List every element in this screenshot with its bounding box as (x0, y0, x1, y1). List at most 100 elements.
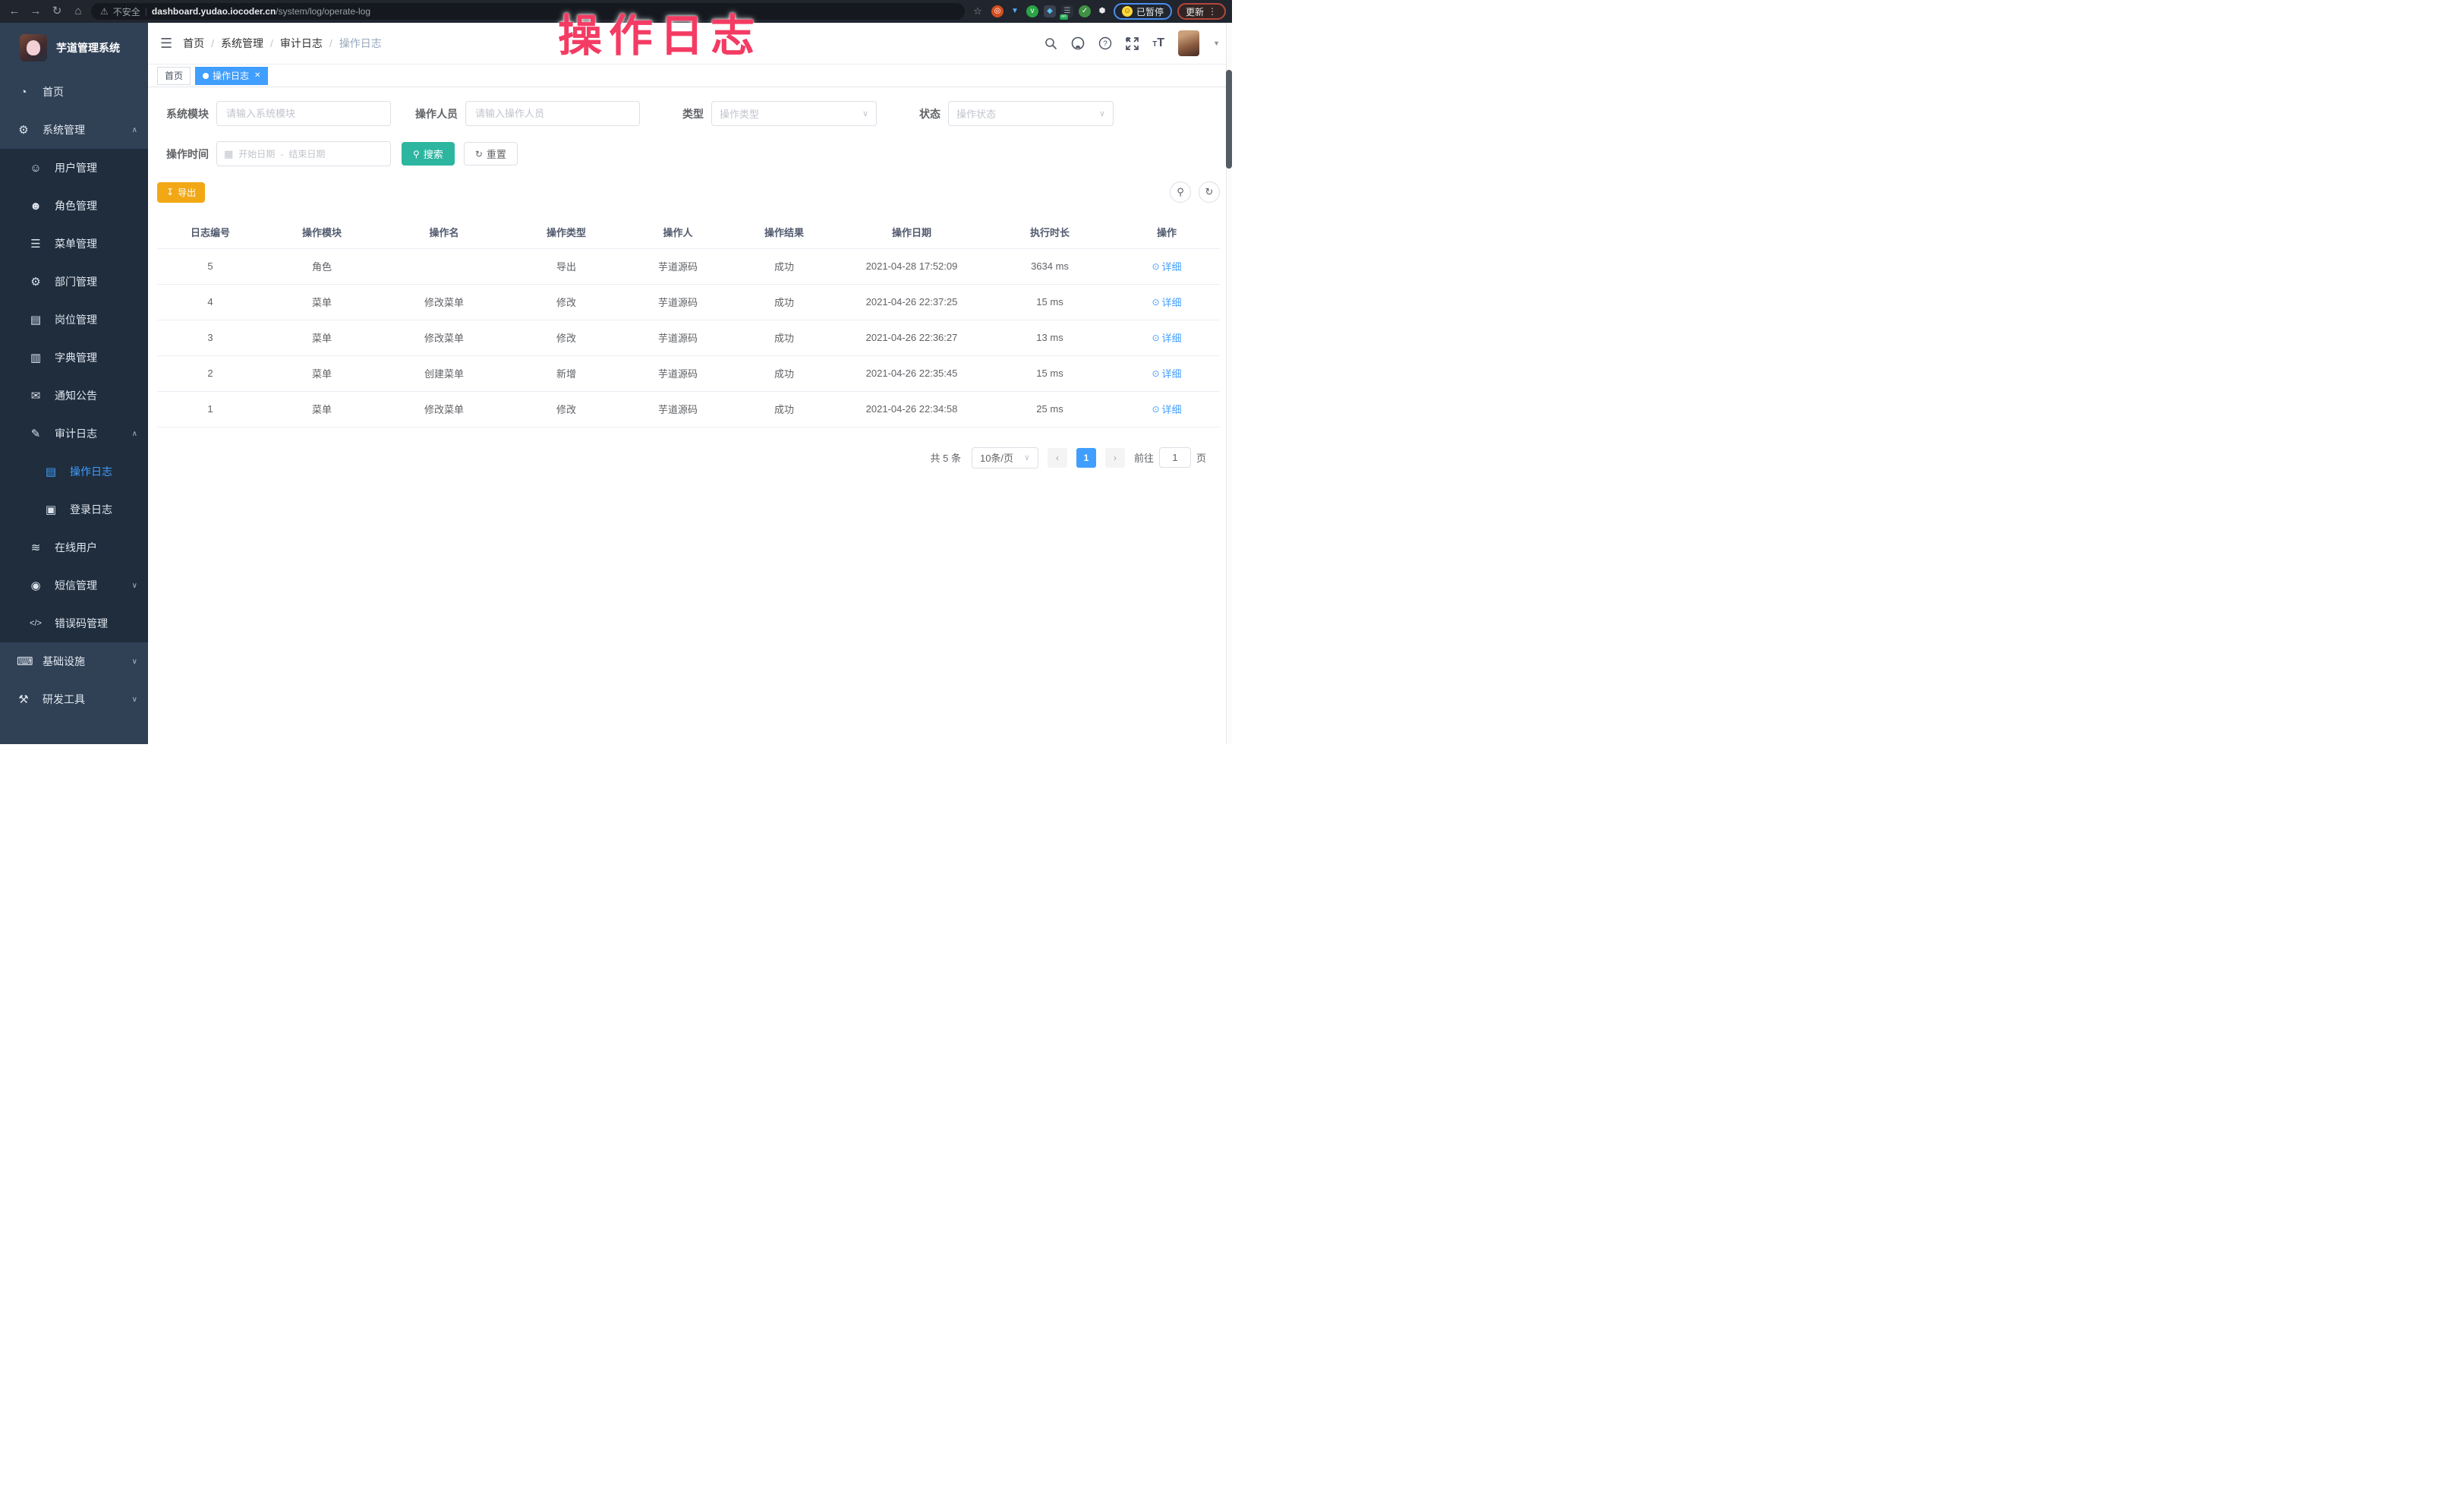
extension-icon-green-v[interactable]: v (1026, 5, 1038, 17)
back-icon[interactable]: ← (6, 3, 23, 20)
search-icon[interactable] (1045, 37, 1057, 50)
cell-name: 创建菜单 (380, 355, 508, 391)
col-module: 操作模块 (263, 216, 380, 248)
prev-page-button[interactable]: ‹ (1048, 448, 1067, 468)
extension-icon-orange[interactable]: ◎ (991, 5, 1004, 17)
cell-type: 新增 (508, 355, 625, 391)
bookmark-star-icon[interactable]: ☆ (969, 3, 986, 20)
sidebar-item-label: 首页 (43, 84, 64, 99)
sidebar-item-dept-management[interactable]: ⚙︎ 部门管理 (0, 263, 148, 301)
chevron-down-icon: ∨ (1024, 453, 1030, 462)
avatar[interactable] (1178, 30, 1199, 56)
sidebar-item-home[interactable]: ◔ 首页 (0, 73, 148, 111)
page-size-value: 10条/页 (980, 450, 1024, 465)
detail-link[interactable]: ⊙详细 (1152, 330, 1181, 345)
operator-input[interactable] (465, 101, 640, 126)
cell-operator: 芋道源码 (625, 355, 731, 391)
detail-link[interactable]: ⊙详细 (1152, 402, 1181, 416)
sidebar-item-role-management[interactable]: ☻ 角色管理 (0, 187, 148, 225)
sidebar-item-operate-log[interactable]: ▤ 操作日志 (0, 453, 148, 491)
sidebar-item-label: 错误码管理 (55, 616, 108, 631)
status-select[interactable]: 操作状态 ∨ (948, 101, 1114, 126)
search-button-label: 搜索 (424, 147, 443, 161)
goto-page-input[interactable] (1159, 447, 1191, 468)
paused-profile-chip[interactable]: ☺ 已暂停 (1114, 3, 1172, 20)
breadcrumb-system[interactable]: 系统管理 (221, 36, 263, 51)
cell-name: 修改菜单 (380, 320, 508, 355)
cell-module: 菜单 (263, 391, 380, 427)
sidebar-item-notice[interactable]: ✉ 通知公告 (0, 377, 148, 415)
sidebar-item-login-log[interactable]: ▣ 登录日志 (0, 491, 148, 528)
sidebar-item-system-management[interactable]: ⚙ 系统管理 ∧ (0, 111, 148, 149)
cell-result: 成功 (731, 248, 837, 284)
tab-operate-log[interactable]: 操作日志 ✕ (195, 67, 268, 85)
github-icon[interactable] (1071, 36, 1085, 50)
address-bar[interactable]: ⚠ 不安全 | dashboard.yudao.iocoder.cn/syste… (91, 3, 965, 20)
sidebar-item-sms-management[interactable]: ◉ 短信管理 ∨ (0, 566, 148, 604)
sidebar-item-menu-management[interactable]: ☰ 菜单管理 (0, 225, 148, 263)
cell-result: 成功 (731, 320, 837, 355)
detail-link[interactable]: ⊙详细 (1152, 366, 1181, 380)
hamburger-icon[interactable]: ☰ (160, 36, 172, 52)
module-input[interactable] (216, 101, 391, 126)
close-icon[interactable]: ✕ (254, 71, 260, 80)
extensions-puzzle-icon[interactable]: ⬢ (1096, 5, 1108, 17)
show-search-button[interactable]: ⚲ (1170, 181, 1191, 203)
detail-link[interactable]: ⊙详细 (1152, 259, 1181, 273)
col-duration: 执行时长 (986, 216, 1114, 248)
sidebar-item-label: 菜单管理 (55, 236, 97, 251)
refresh-table-button[interactable]: ↻ (1199, 181, 1220, 203)
forward-icon[interactable]: → (27, 3, 44, 20)
page-number-1[interactable]: 1 (1076, 448, 1096, 468)
operator-label: 操作人员 (406, 106, 458, 121)
font-size-icon[interactable]: TT (1152, 36, 1164, 50)
filter-row-2: 操作时间 ▦ 开始日期 - 结束日期 ⚲ 搜索 ↻ 重置 (157, 141, 1220, 166)
sidebar-item-audit-log[interactable]: ✎ 审计日志 ∧ (0, 415, 148, 453)
breadcrumb-audit-log[interactable]: 审计日志 (280, 36, 323, 51)
sidebar-item-dict-management[interactable]: ▥ 字典管理 (0, 339, 148, 377)
search-button[interactable]: ⚲ 搜索 (402, 142, 455, 166)
home-icon[interactable]: ⌂ (70, 3, 87, 20)
scrollbar-thumb[interactable] (1226, 70, 1232, 169)
extension-icon-blue-pin[interactable]: ▼ (1009, 5, 1021, 17)
cell-result: 成功 (731, 391, 837, 427)
goto-label: 前往 (1134, 450, 1154, 465)
sidebar-item-label: 研发工具 (43, 692, 85, 707)
reset-button[interactable]: ↻ 重置 (464, 142, 518, 166)
extension-icon-stack-on[interactable]: ☰on (1061, 5, 1073, 17)
sidebar-logo[interactable]: 芋道管理系统 (0, 23, 148, 73)
page-scrollbar[interactable] (1226, 23, 1232, 744)
sidebar-item-post-management[interactable]: ▤ 岗位管理 (0, 301, 148, 339)
update-button[interactable]: 更新 ⋮ (1177, 3, 1226, 20)
sidebar-item-online-users[interactable]: ≋ 在线用户 (0, 528, 148, 566)
range-separator: - (280, 149, 283, 159)
extension-icon-blue-gem[interactable]: ◆ (1044, 5, 1056, 17)
detail-link[interactable]: ⊙详细 (1152, 295, 1181, 309)
chevron-down-icon: ∨ (862, 109, 868, 118)
table-toolbar: ↧ 导出 ⚲ ↻ (157, 181, 1220, 203)
type-select[interactable]: 操作类型 ∨ (711, 101, 877, 126)
avatar-caret-icon[interactable]: ▼ (1213, 39, 1220, 47)
extension-icon-green-leaf[interactable]: ✓ (1079, 5, 1091, 17)
sidebar-item-error-code-management[interactable]: </> 错误码管理 (0, 604, 148, 642)
help-icon[interactable]: ? (1098, 36, 1112, 50)
tab-home[interactable]: 首页 (157, 67, 191, 85)
svg-text:?: ? (1103, 40, 1108, 49)
date-range-picker[interactable]: ▦ 开始日期 - 结束日期 (216, 141, 391, 166)
browser-menu-icon[interactable]: ⋮ (1208, 6, 1218, 17)
page-size-select[interactable]: 10条/页 ∨ (972, 447, 1038, 468)
sidebar-item-infrastructure[interactable]: ⌨ 基础设施 ∨ (0, 642, 148, 680)
tab-label: 操作日志 (213, 69, 249, 82)
cell-module: 角色 (263, 248, 380, 284)
type-placeholder: 操作类型 (720, 106, 862, 121)
sidebar-item-label: 操作日志 (70, 464, 112, 479)
sidebar-item-dev-tools[interactable]: ⚒ 研发工具 ∨ (0, 680, 148, 718)
reload-icon[interactable]: ↻ (49, 3, 65, 20)
next-page-button[interactable]: › (1105, 448, 1125, 468)
fullscreen-icon[interactable] (1126, 37, 1139, 50)
cell-date: 2021-04-26 22:37:25 (837, 284, 986, 320)
sidebar-item-user-management[interactable]: ☺ 用户管理 (0, 149, 148, 187)
chevron-up-icon: ∧ (132, 430, 137, 438)
export-button[interactable]: ↧ 导出 (157, 182, 205, 203)
breadcrumb-home[interactable]: 首页 (183, 36, 204, 51)
